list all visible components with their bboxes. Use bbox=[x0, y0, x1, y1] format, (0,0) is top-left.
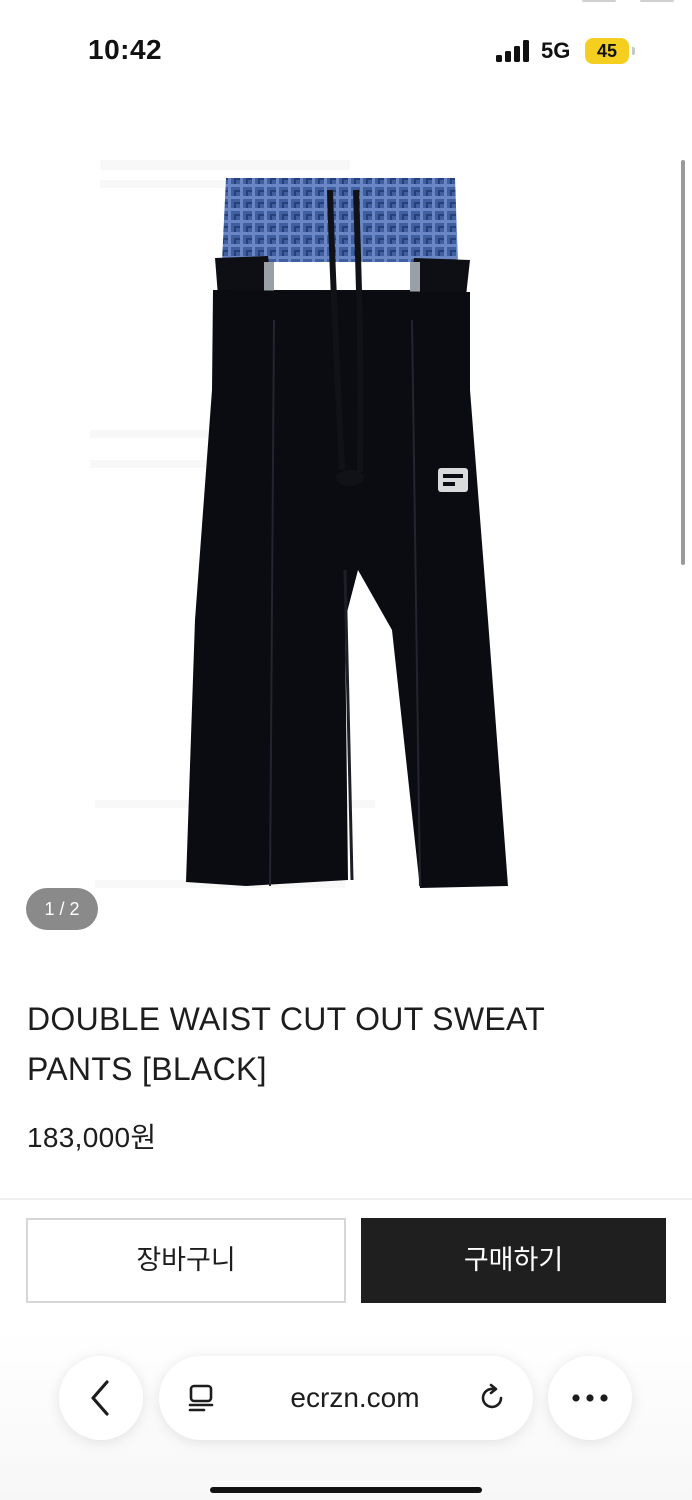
status-time: 10:42 bbox=[88, 34, 163, 65]
scroll-indicator[interactable] bbox=[681, 160, 685, 565]
address-bar[interactable]: ecrzn.com bbox=[159, 1356, 533, 1440]
reload-icon[interactable] bbox=[476, 1382, 508, 1414]
pants-illustration bbox=[90, 160, 508, 888]
battery-icon: 45 bbox=[585, 38, 635, 64]
more-button[interactable] bbox=[548, 1356, 632, 1440]
product-title: DOUBLE WAIST CUT OUT SWEAT PANTS [BLACK] bbox=[27, 1001, 545, 1087]
reader-icon[interactable] bbox=[185, 1382, 217, 1414]
chevron-left-icon bbox=[91, 1380, 109, 1416]
status-bar: 10:42 5G 45 bbox=[0, 0, 692, 100]
top-edge-mark bbox=[640, 0, 674, 2]
network-label: 5G bbox=[541, 38, 571, 63]
more-icon bbox=[572, 1394, 608, 1402]
add-to-cart-button[interactable]: 장바구니 bbox=[26, 1218, 346, 1303]
action-divider bbox=[0, 1198, 692, 1200]
url-text[interactable]: ecrzn.com bbox=[265, 1356, 445, 1440]
image-counter: 1 / 2 bbox=[26, 888, 98, 930]
back-button[interactable] bbox=[59, 1356, 143, 1440]
top-edge-mark bbox=[582, 0, 616, 2]
product-price: 183,000원 bbox=[27, 1122, 157, 1153]
signal-icon bbox=[496, 40, 529, 62]
battery-level: 45 bbox=[596, 41, 618, 61]
buy-now-button[interactable]: 구매하기 bbox=[361, 1218, 666, 1303]
home-indicator[interactable] bbox=[210, 1487, 482, 1493]
brand-logo bbox=[438, 468, 468, 492]
product-image[interactable] bbox=[0, 100, 692, 960]
